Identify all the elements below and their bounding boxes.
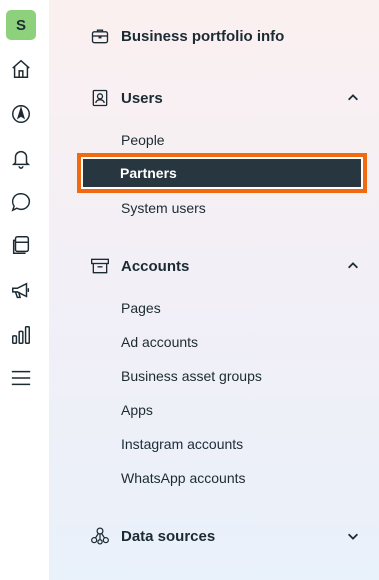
nav-item-pages[interactable]: Pages	[121, 298, 161, 318]
nav-item-people[interactable]: People	[121, 130, 165, 150]
left-rail: S	[0, 0, 50, 580]
nav-item-whatsapp-accounts[interactable]: WhatsApp accounts	[121, 468, 246, 488]
megaphone-icon[interactable]	[9, 279, 33, 303]
chat-icon[interactable]	[9, 190, 33, 214]
avatar[interactable]: S	[6, 10, 36, 40]
nav-item-ad-accounts[interactable]: Ad accounts	[121, 332, 198, 352]
nav-accounts[interactable]: Accounts	[89, 251, 361, 281]
bar-chart-icon[interactable]	[9, 323, 33, 347]
nav-item-business-asset-groups[interactable]: Business asset groups	[121, 366, 262, 386]
data-sources-label: Data sources	[121, 527, 216, 545]
nav-item-apps[interactable]: Apps	[121, 400, 153, 420]
home-icon[interactable]	[9, 57, 33, 81]
nav-users[interactable]: Users	[89, 83, 361, 113]
nav-item-system-users[interactable]: System users	[121, 198, 206, 218]
users-label: Users	[121, 89, 163, 107]
chevron-down-icon[interactable]	[345, 528, 361, 544]
nav-item-partners[interactable]: Partners	[77, 153, 367, 193]
archive-icon	[89, 255, 111, 277]
pages-icon[interactable]	[9, 233, 33, 257]
business-info-label: Business portfolio info	[121, 27, 285, 45]
settings-nav-panel: Business portfolio info Users People Par…	[49, 0, 379, 580]
data-sources-icon	[89, 525, 111, 547]
nav-data-sources[interactable]: Data sources	[89, 521, 361, 551]
nav-item-instagram-accounts[interactable]: Instagram accounts	[121, 434, 243, 454]
chevron-up-icon[interactable]	[345, 258, 361, 274]
chevron-up-icon[interactable]	[345, 90, 361, 106]
users-icon	[89, 87, 111, 109]
nav-business-portfolio-info[interactable]: Business portfolio info	[89, 21, 361, 51]
nav-item-partners-label: Partners	[83, 159, 361, 187]
compass-icon[interactable]	[9, 102, 33, 126]
briefcase-icon	[89, 25, 111, 47]
accounts-label: Accounts	[121, 257, 190, 275]
bell-icon[interactable]	[9, 146, 33, 170]
menu-icon[interactable]	[9, 366, 33, 390]
